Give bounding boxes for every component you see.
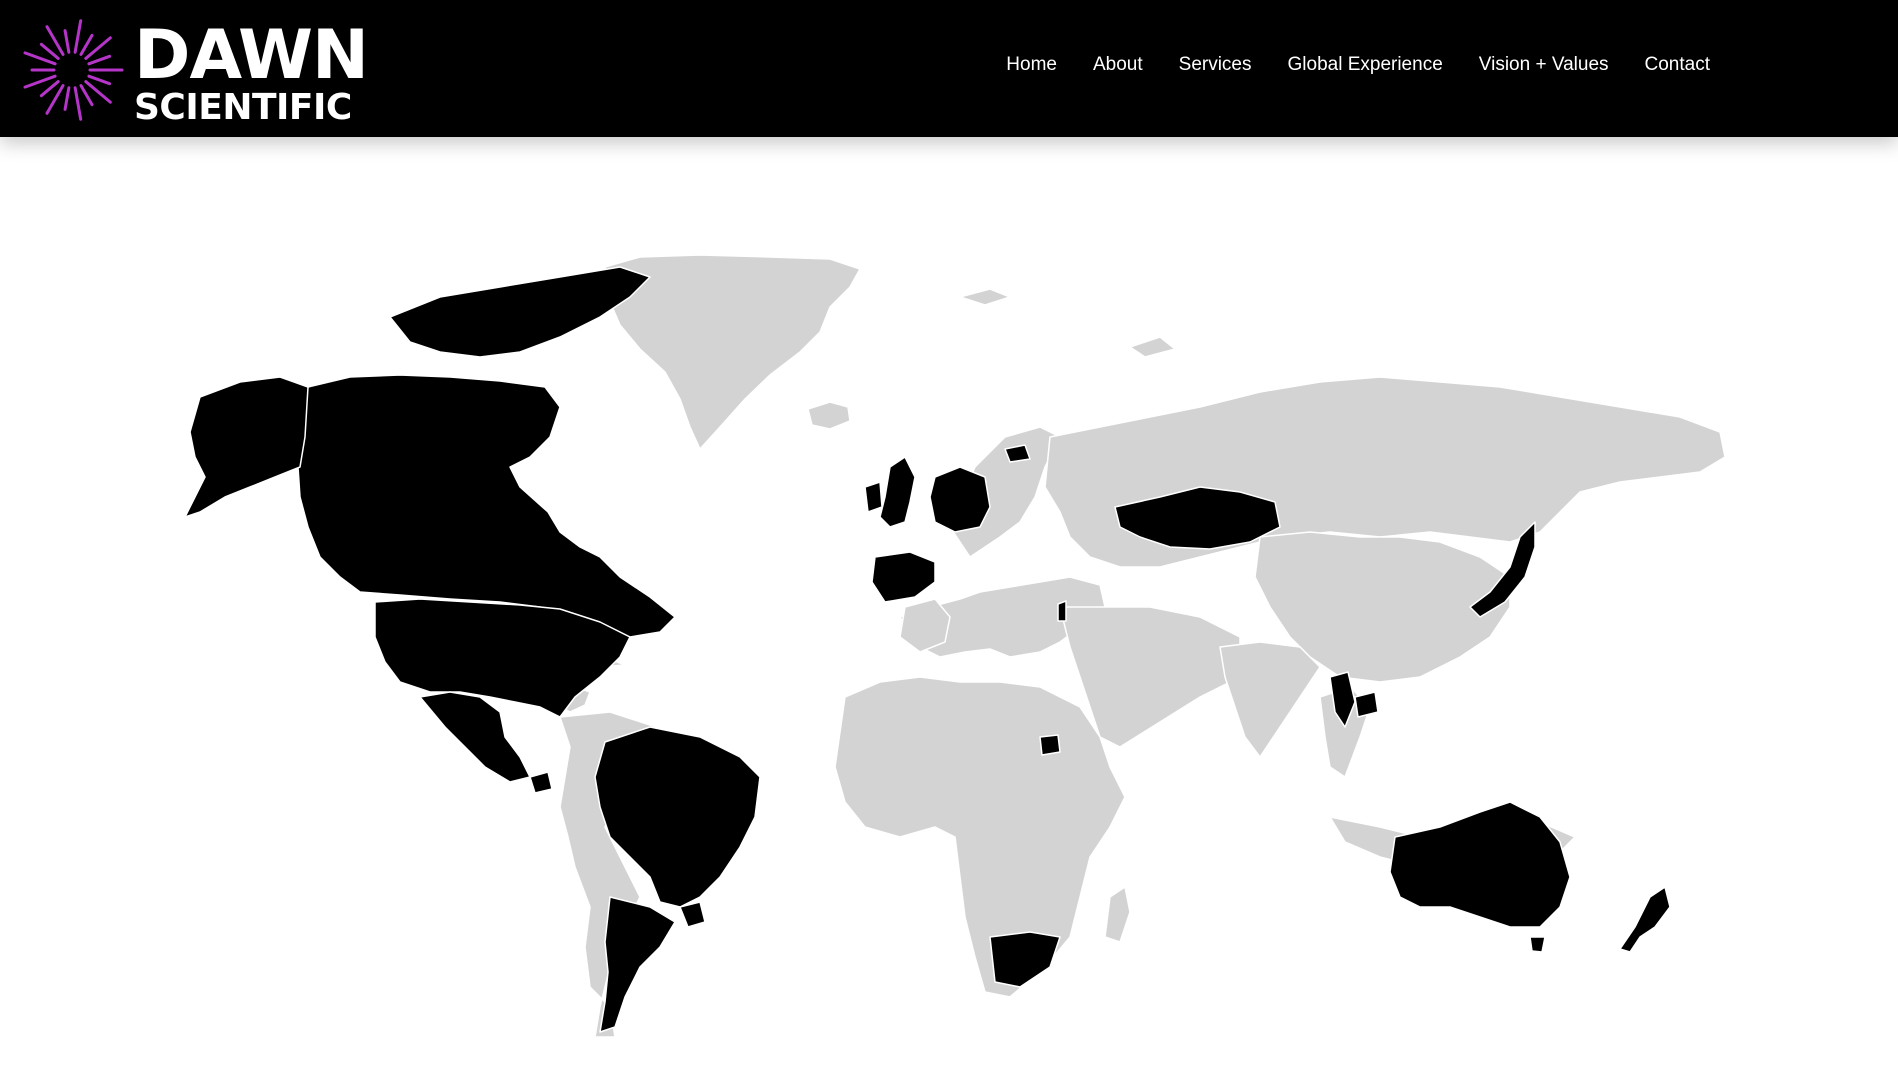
region-india[interactable]	[1219, 641, 1321, 758]
region-argentina[interactable]	[599, 896, 676, 1033]
region-lithuania[interactable]	[1004, 444, 1031, 463]
region-madagascar[interactable]	[1104, 886, 1131, 943]
region-germany[interactable]	[929, 466, 991, 533]
region-united-kingdom[interactable]	[879, 456, 916, 528]
region-mexico[interactable]	[419, 691, 531, 783]
world-map	[184, 254, 1726, 1038]
region-svalbard[interactable]	[959, 288, 1011, 306]
region-new-zealand[interactable]	[1619, 886, 1671, 953]
sunburst-logo-icon	[23, 19, 124, 121]
region-canada-arctic[interactable]	[389, 266, 651, 358]
region-guatemala[interactable]	[529, 771, 553, 794]
region-cambodia[interactable]	[1354, 691, 1379, 718]
region-alaska[interactable]	[184, 376, 309, 518]
region-israel[interactable]	[1057, 600, 1067, 622]
region-uruguay[interactable]	[679, 901, 706, 928]
brand-line1: DAWN	[134, 16, 369, 95]
region-iceland[interactable]	[807, 401, 851, 430]
region-africa[interactable]	[834, 676, 1126, 998]
nav-global-experience[interactable]: Global Experience	[1270, 54, 1461, 76]
main-nav: Home About Services Global Experience Vi…	[988, 54, 1728, 76]
brand-wordmark: DAWN SCIENTIFIC	[134, 16, 369, 128]
region-canada[interactable]	[297, 374, 676, 638]
region-uganda[interactable]	[1039, 734, 1061, 756]
region-spain[interactable]	[871, 551, 936, 603]
brand-logo[interactable]: DAWN SCIENTIFIC	[20, 18, 369, 126]
nav-services[interactable]: Services	[1161, 54, 1270, 76]
brand-line2: SCIENTIFIC	[134, 87, 352, 128]
region-novaya-zemlya[interactable]	[1129, 336, 1176, 358]
region-ireland[interactable]	[864, 481, 883, 513]
world-map-section	[0, 137, 1898, 1077]
nav-about[interactable]: About	[1075, 54, 1161, 76]
region-australia[interactable]	[1389, 801, 1571, 928]
nav-vision-values[interactable]: Vision + Values	[1461, 54, 1627, 76]
region-tasmania[interactable]	[1529, 936, 1546, 953]
site-header: DAWN SCIENTIFIC Home About Services Glob…	[0, 0, 1898, 137]
nav-contact[interactable]: Contact	[1627, 54, 1728, 76]
region-south-africa[interactable]	[989, 931, 1061, 988]
nav-home[interactable]: Home	[988, 54, 1075, 76]
